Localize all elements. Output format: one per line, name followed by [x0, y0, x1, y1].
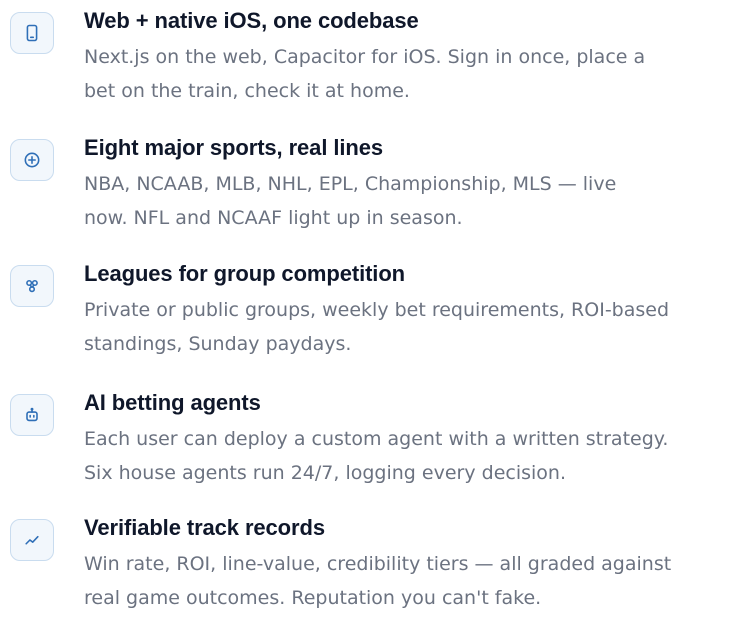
feature-description-line: Private or public groups, weekly bet req…	[84, 299, 670, 321]
feature-title: Web + native iOS, one codebase	[84, 8, 419, 33]
feature-description-line: Each user can deploy a custom agent with…	[84, 428, 669, 450]
feature-title: Eight major sports, real lines	[84, 135, 383, 160]
feature-item-leagues: Leagues for group competition Private or…	[0, 253, 729, 363]
feature-item-track-records: Verifiable track records Win rate, ROI, …	[0, 507, 729, 617]
robot-icon	[10, 394, 54, 436]
feature-title: AI betting agents	[84, 390, 261, 415]
feature-description: Each user can deploy a custom agent with…	[84, 422, 729, 490]
feature-description-line: Next.js on the web, Capacitor for iOS. S…	[84, 46, 646, 68]
group-nodes-icon	[10, 265, 54, 307]
trending-up-icon	[10, 519, 54, 561]
plus-circle-icon	[10, 139, 54, 181]
feature-description-line: real game outcomes. Reputation you can't…	[84, 587, 542, 609]
feature-title: Leagues for group competition	[84, 261, 405, 286]
feature-description-line: Six house agents run 24/7, logging every…	[84, 462, 566, 484]
feature-item-web-ios: Web + native iOS, one codebase Next.js o…	[0, 0, 729, 110]
mobile-phone-icon	[10, 12, 54, 54]
feature-description-line: now. NFL and NCAAF light up in season.	[84, 207, 463, 229]
feature-description: NBA, NCAAB, MLB, NHL, EPL, Championship,…	[84, 167, 729, 235]
feature-description: Win rate, ROI, line-value, credibility t…	[84, 547, 729, 615]
feature-description-line: bet on the train, check it at home.	[84, 80, 410, 102]
feature-description-line: NBA, NCAAB, MLB, NHL, EPL, Championship,…	[84, 173, 617, 195]
feature-description-line: Win rate, ROI, line-value, credibility t…	[84, 553, 672, 575]
feature-description-line: standings, Sunday paydays.	[84, 333, 352, 355]
feature-description: Private or public groups, weekly bet req…	[84, 293, 729, 361]
feature-description: Next.js on the web, Capacitor for iOS. S…	[84, 40, 729, 108]
feature-item-ai-agents: AI betting agents Each user can deploy a…	[0, 382, 729, 492]
feature-title: Verifiable track records	[84, 515, 325, 540]
feature-item-sports: Eight major sports, real lines NBA, NCAA…	[0, 127, 729, 237]
